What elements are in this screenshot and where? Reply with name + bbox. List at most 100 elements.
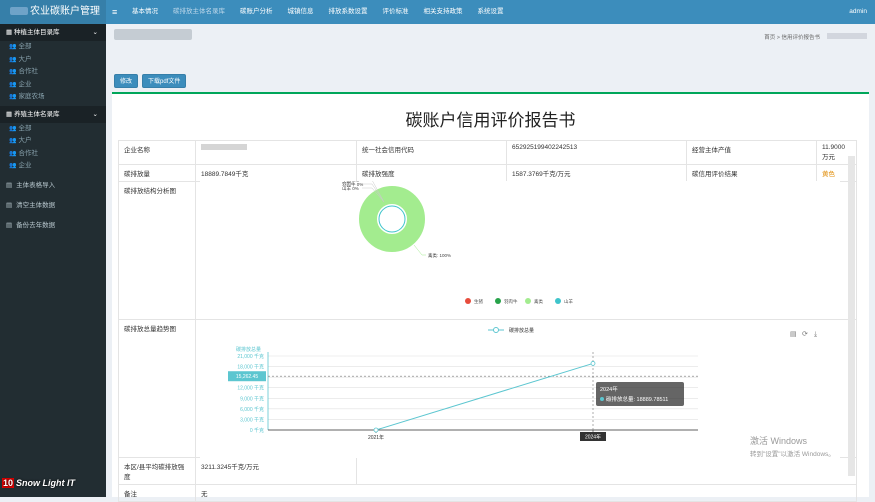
corner-logo: 10 Snow Light IT	[2, 478, 75, 488]
chevron-down-icon: ⌄	[92, 110, 98, 118]
legend-label-3: 山羊	[564, 298, 573, 305]
sidebar-item-clear[interactable]: ▤ 清空主体数据	[0, 196, 106, 216]
sidebar: ▦ 种植主体目录库 ⌄ 👥 全部 👥 大户 👥 合作社 👥 企业 👥 家庭农场 ▦ 养殖主体…	[0, 24, 106, 497]
sidebar-item-large[interactable]: 👥 大户	[0, 54, 106, 67]
sidebar-item-backup[interactable]: ▤ 备份去年数据	[0, 216, 106, 236]
file-icon: ▤	[6, 201, 13, 209]
brand-blur	[10, 7, 28, 16]
cell-empty	[356, 457, 857, 485]
nav-item-standard[interactable]: 评价标准	[383, 0, 409, 24]
sidebar-item-coop-2[interactable]: 👥 合作社	[0, 148, 106, 161]
y-tick-3: 9,000 千克	[240, 395, 264, 402]
nav-item-directory[interactable]: 碳排放主体名录库	[173, 0, 225, 24]
series-line	[375, 362, 594, 431]
sidebar-item-farm[interactable]: 👥 家庭农场	[0, 91, 106, 104]
line-group: 碳排放总量 ▤ ⟳ ⤓ 碳排放总量 0 千克 3,000 千克 6,000 千克 9,000 千…	[228, 327, 817, 441]
tooltip-title: 2024年	[600, 385, 618, 393]
edit-button[interactable]: 修改	[114, 74, 139, 88]
pie-label-main: 禽类: 100%	[428, 252, 451, 259]
scroll-shadow	[848, 156, 855, 476]
nav-item-settings[interactable]: 系统设置	[478, 0, 504, 24]
item-label: 家庭农场	[18, 93, 45, 100]
brand-logo[interactable]: 农业碳账户管理	[0, 0, 106, 24]
content-area: 首页 > 信用评价报告书 修改 下载pdf文件 碳账户信用评价报告书 企业名称 …	[106, 24, 875, 502]
series-point-0	[373, 427, 379, 433]
item-label: 合作社	[18, 68, 38, 75]
refresh-icon[interactable]: ⟳	[802, 331, 808, 338]
pie-chart: 生猪 0%羽肉牛 0%山羊 0%禽类: 100%生猪羽肉牛禽类山羊	[200, 181, 840, 313]
sidebar-item-import[interactable]: ▤ 主体表格导入	[0, 176, 106, 196]
nav-item-coefficient[interactable]: 排放系数设置	[329, 0, 368, 24]
legend-dot-3	[555, 298, 561, 304]
cell-label: 企业名称	[118, 140, 196, 165]
cell-label: 经营主体产值	[686, 140, 817, 165]
cell-value: 无	[195, 484, 857, 502]
sidebar-item-coop[interactable]: 👥 合作社	[0, 66, 106, 79]
item-label: 企业	[18, 80, 32, 88]
cell-value: 1587.3769千克/万元	[506, 164, 687, 182]
cell-label: 碳排放结构分析图	[118, 181, 196, 320]
sidebar-item-all-2[interactable]: 👥 全部	[0, 123, 106, 136]
users-icon: 👥	[9, 138, 17, 144]
item-label: 合作社	[18, 149, 38, 157]
users-icon: 👥	[9, 125, 17, 132]
breadcrumb: 首页 > 信用评价报告书	[764, 33, 820, 41]
item-label: 全部	[18, 43, 32, 50]
sidebar-item-company-2[interactable]: 👥 企业	[0, 160, 106, 173]
main-nav: 基本情况 碳排放主体名录库 碳账户分析 城镇信息 排放系数设置 评价标准 相关支…	[132, 0, 519, 24]
users-icon: 👥	[9, 150, 17, 157]
grid-icon: ▦	[6, 29, 14, 36]
download-icon[interactable]: ⤓	[814, 331, 817, 338]
sidebar-group-breeding[interactable]: ▦ 养殖主体名录库 ⌄	[0, 105, 106, 123]
item-label: 大户	[18, 137, 32, 144]
legend-dot-0	[465, 298, 471, 304]
grid-icon: ▦	[6, 110, 14, 118]
tooltip-dot	[600, 397, 604, 401]
sidebar-item-company[interactable]: 👥 企业	[0, 79, 106, 92]
pie-label-2: 山羊 0%	[342, 185, 359, 192]
legend-dot-2	[525, 298, 531, 304]
nav-item-town[interactable]: 城镇信息	[288, 0, 314, 24]
menu-toggle-icon[interactable]: ≡	[112, 0, 117, 24]
item-label: 备份去年数据	[16, 221, 56, 229]
legend-marker	[493, 327, 499, 333]
cell-label: 本区/县平均碳排放强度	[118, 457, 196, 485]
top-navbar: 农业碳账户管理 ≡ 基本情况 碳排放主体名录库 碳账户分析 城镇信息 排放系数设…	[0, 0, 875, 24]
y-tick-6: 18,000 千克	[237, 364, 264, 371]
watermark-title: 激活 Windows	[750, 436, 808, 446]
cell-label: 碳排放量	[118, 164, 196, 182]
item-label: 主体表格导入	[16, 181, 56, 189]
y-tick-2: 6,000 千克	[240, 406, 264, 413]
nav-item-basic[interactable]: 基本情况	[132, 0, 158, 24]
watermark-sub: 转到"设置"以激活 Windows。	[750, 451, 835, 458]
y-tick-7: 21,000 千克	[237, 353, 264, 360]
breadcrumb-home[interactable]: 首页	[764, 35, 775, 41]
company-name-blurred	[201, 144, 247, 150]
pie-center	[378, 205, 406, 233]
legend-label-2: 禽类	[534, 298, 543, 305]
chevron-down-icon: ⌄	[92, 29, 98, 36]
pie-group: 生猪 0%羽肉牛 0%山羊 0%禽类: 100%生猪羽肉牛禽类山羊	[342, 181, 573, 305]
users-icon: 👥	[9, 163, 17, 169]
legend-label-0: 生猪	[474, 298, 483, 305]
sidebar-item-large-2[interactable]: 👥 大户	[0, 135, 106, 148]
sidebar-group-planting[interactable]: ▦ 种植主体目录库 ⌄	[0, 24, 106, 41]
users-icon: 👥	[9, 94, 17, 100]
nav-item-policy[interactable]: 相关支持政策	[424, 0, 463, 24]
item-label: 清空主体数据	[16, 201, 56, 209]
windows-watermark: 激活 Windows 转到"设置"以激活 Windows。	[750, 434, 835, 458]
y-tick-0: 0 千克	[250, 427, 264, 434]
users-icon: 👥	[9, 81, 17, 88]
data-view-icon[interactable]: ▤	[790, 331, 797, 338]
breadcrumb-current: 信用评价报告书	[781, 35, 820, 41]
y-tick-1: 3,000 千克	[240, 416, 264, 423]
nav-item-analysis[interactable]: 碳账户分析	[240, 0, 273, 24]
y-axis-name: 碳排放总量	[236, 346, 261, 353]
download-pdf-button[interactable]: 下载pdf文件	[142, 74, 187, 88]
item-label: 大户	[18, 55, 32, 63]
group-label: 种植主体目录库	[13, 29, 60, 36]
file-icon: ▤	[6, 181, 13, 189]
user-menu[interactable]: admin	[849, 0, 867, 24]
sidebar-item-all[interactable]: 👥 全部	[0, 41, 106, 54]
cell-label: 统一社会信用代码	[356, 140, 507, 165]
